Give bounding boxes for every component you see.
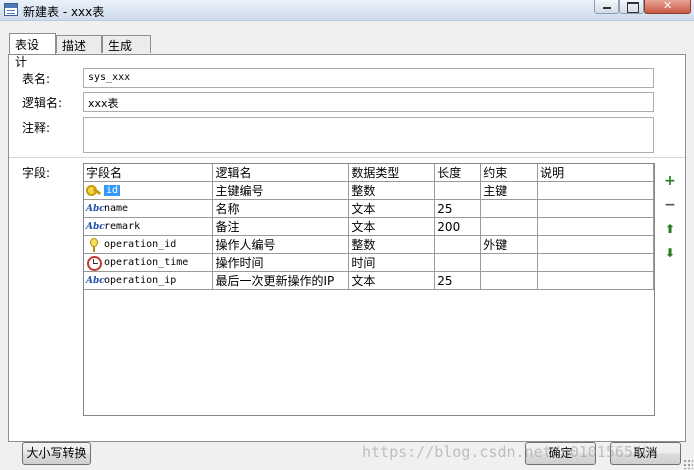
logical-name-cell[interactable]: 操作时间 bbox=[212, 253, 350, 272]
table-row[interactable]: Abc operation_ip 最后一次更新操作的IP 文本 25 bbox=[84, 271, 654, 290]
column-header-logical-name[interactable]: 逻辑名 bbox=[212, 164, 350, 182]
table-row[interactable]: Abc remark 备注 文本 200 bbox=[84, 217, 654, 236]
comment-label: 注释: bbox=[22, 121, 51, 135]
note-cell[interactable] bbox=[537, 181, 654, 200]
comment-field[interactable] bbox=[83, 117, 654, 153]
field-name-cell[interactable]: Abc name bbox=[84, 199, 214, 218]
table-app-icon bbox=[4, 3, 18, 16]
logical-name-cell[interactable]: 主键编号 bbox=[212, 181, 350, 200]
grid-header-row: 字段名 逻辑名 数据类型 长度 约束 说明 bbox=[84, 164, 654, 182]
text-field-icon: Abc bbox=[86, 221, 105, 232]
column-header-length[interactable]: 长度 bbox=[434, 164, 482, 182]
window-title: 新建表 - xxx表 bbox=[23, 5, 105, 19]
tab-description[interactable]: 描述 bbox=[56, 35, 102, 53]
section-divider bbox=[9, 157, 685, 159]
text-field-icon: Abc bbox=[86, 275, 105, 286]
data-type-cell[interactable]: 整数 bbox=[348, 235, 436, 254]
constraint-cell[interactable]: 主键 bbox=[480, 181, 539, 200]
column-header-field-name[interactable]: 字段名 bbox=[84, 164, 214, 182]
note-cell[interactable] bbox=[537, 253, 654, 272]
fields-table: 字段名 逻辑名 数据类型 长度 约束 说明 id 主键编号 整数 主键 Abc … bbox=[84, 164, 654, 290]
resize-grip[interactable] bbox=[683, 459, 693, 469]
watermark-text: https://blog.csdn.net/u010156540 bbox=[362, 443, 651, 461]
field-name-text: operation_time bbox=[104, 257, 189, 268]
arrow-down-icon: ⬇ bbox=[664, 246, 676, 260]
case-convert-button[interactable]: 大小写转换 bbox=[22, 442, 91, 465]
column-header-note[interactable]: 说明 bbox=[537, 164, 654, 182]
length-cell[interactable] bbox=[434, 235, 482, 254]
constraint-cell[interactable] bbox=[480, 253, 539, 272]
field-name-cell[interactable]: id bbox=[84, 181, 214, 200]
field-name-text: remark bbox=[104, 221, 141, 232]
note-cell[interactable] bbox=[537, 217, 654, 236]
data-type-cell[interactable]: 整数 bbox=[348, 181, 436, 200]
data-type-cell[interactable]: 文本 bbox=[348, 271, 436, 290]
data-type-cell[interactable]: 文本 bbox=[348, 217, 436, 236]
comment-textarea[interactable] bbox=[88, 121, 653, 152]
column-header-data-type[interactable]: 数据类型 bbox=[348, 164, 436, 182]
tab-label: 生成 bbox=[108, 39, 133, 53]
table-name-input[interactable] bbox=[88, 72, 653, 83]
constraint-cell[interactable] bbox=[480, 271, 539, 290]
constraint-cell[interactable] bbox=[480, 217, 539, 236]
field-name-cell[interactable]: Abc remark bbox=[84, 217, 214, 236]
logical-name-cell[interactable]: 名称 bbox=[212, 199, 350, 218]
length-cell[interactable] bbox=[434, 181, 482, 200]
clock-icon bbox=[86, 255, 102, 271]
text-field-icon: Abc bbox=[86, 203, 105, 214]
table-row[interactable]: operation_time 操作时间 时间 bbox=[84, 253, 654, 272]
note-cell[interactable] bbox=[537, 199, 654, 218]
note-cell[interactable] bbox=[537, 235, 654, 254]
move-down-button[interactable]: ⬇ bbox=[663, 246, 677, 260]
length-cell[interactable] bbox=[434, 253, 482, 272]
maximize-button[interactable] bbox=[619, 0, 644, 14]
length-cell[interactable]: 200 bbox=[434, 217, 482, 236]
field-name-text: id bbox=[104, 185, 121, 196]
logical-name-cell[interactable]: 操作人编号 bbox=[212, 235, 350, 254]
field-name-cell[interactable]: Abc operation_ip bbox=[84, 271, 214, 290]
note-cell[interactable] bbox=[537, 271, 654, 290]
logical-name-cell[interactable]: 备注 bbox=[212, 217, 350, 236]
foreign-key-icon bbox=[86, 237, 102, 252]
dialog-body: 表设计 描述 生成 表名: 逻辑名: 注释: 字段: bbox=[0, 21, 694, 470]
tab-label: 描述 bbox=[62, 39, 87, 53]
move-up-button[interactable]: ⬆ bbox=[663, 222, 677, 236]
length-cell[interactable]: 25 bbox=[434, 271, 482, 290]
field-name-text: operation_ip bbox=[104, 275, 177, 286]
data-type-cell[interactable]: 文本 bbox=[348, 199, 436, 218]
fields-label: 字段: bbox=[22, 166, 51, 180]
close-button[interactable] bbox=[644, 0, 691, 14]
add-field-button[interactable]: + bbox=[663, 174, 677, 188]
plus-icon: + bbox=[664, 173, 676, 189]
data-type-cell[interactable]: 时间 bbox=[348, 253, 436, 272]
logical-name-label: 逻辑名: bbox=[22, 96, 63, 110]
table-name-field[interactable] bbox=[83, 68, 654, 88]
table-row[interactable]: Abc name 名称 文本 25 bbox=[84, 199, 654, 218]
tab-generate[interactable]: 生成 bbox=[102, 35, 151, 53]
logical-name-input[interactable] bbox=[88, 96, 653, 109]
arrow-up-icon: ⬆ bbox=[664, 222, 676, 236]
table-row[interactable]: id 主键编号 整数 主键 bbox=[84, 181, 654, 200]
minimize-button[interactable] bbox=[594, 0, 619, 14]
column-header-constraint[interactable]: 约束 bbox=[480, 164, 539, 182]
constraint-cell[interactable]: 外键 bbox=[480, 235, 539, 254]
length-cell[interactable]: 25 bbox=[434, 199, 482, 218]
minus-icon: − bbox=[664, 197, 676, 213]
logical-name-field[interactable] bbox=[83, 92, 654, 112]
table-row[interactable]: operation_id 操作人编号 整数 外键 bbox=[84, 235, 654, 254]
table-name-label: 表名: bbox=[22, 72, 51, 86]
title-bar[interactable]: 新建表 - xxx表 bbox=[0, 0, 694, 21]
table-design-panel: 表名: 逻辑名: 注释: 字段: 字段名 逻辑名 bbox=[8, 54, 686, 442]
field-name-text: name bbox=[104, 203, 129, 214]
field-name-text: operation_id bbox=[104, 239, 177, 250]
fields-grid[interactable]: 字段名 逻辑名 数据类型 长度 约束 说明 id 主键编号 整数 主键 Abc … bbox=[83, 163, 655, 416]
field-name-cell[interactable]: operation_time bbox=[84, 253, 214, 272]
field-name-cell[interactable]: operation_id bbox=[84, 235, 214, 254]
remove-field-button[interactable]: − bbox=[663, 198, 677, 212]
tab-table-design[interactable]: 表设计 bbox=[9, 33, 56, 69]
logical-name-cell[interactable]: 最后一次更新操作的IP bbox=[212, 271, 350, 290]
primary-key-icon bbox=[86, 184, 102, 198]
constraint-cell[interactable] bbox=[480, 199, 539, 218]
